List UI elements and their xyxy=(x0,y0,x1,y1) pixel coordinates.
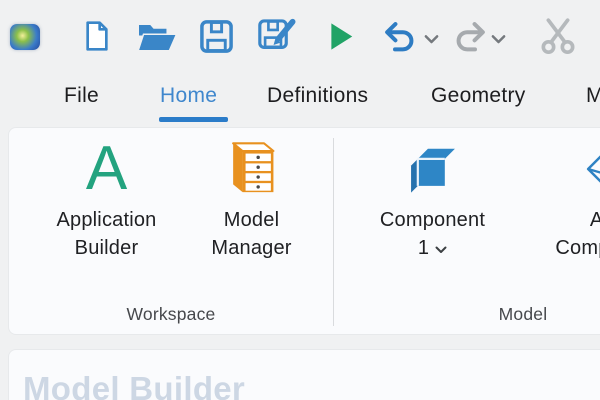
button-label: Component xyxy=(380,206,485,234)
undo-icon xyxy=(380,20,420,53)
group-label-workspace: Workspace xyxy=(9,304,333,325)
ribbon-group-separator xyxy=(333,138,334,326)
button-label: Builder xyxy=(56,234,156,262)
undo-button[interactable] xyxy=(380,20,420,53)
tab-home[interactable]: Home xyxy=(160,84,217,118)
save-as-icon xyxy=(257,17,297,54)
model-builder-title: Model Builder xyxy=(23,370,245,400)
redo-dropdown-button[interactable] xyxy=(491,34,506,45)
chevron-down-icon xyxy=(424,34,439,45)
app-logo-icon xyxy=(10,24,40,50)
button-label: Add xyxy=(555,206,600,234)
add-component-icon xyxy=(585,146,600,192)
run-button[interactable] xyxy=(328,21,355,52)
active-tab-indicator xyxy=(159,117,228,122)
component-1-button[interactable]: Component 1 xyxy=(365,136,500,262)
save-button[interactable] xyxy=(199,19,234,54)
button-label: Manager xyxy=(211,234,291,262)
cut-button[interactable] xyxy=(538,16,578,56)
button-label: Component xyxy=(555,234,600,262)
open-file-button[interactable] xyxy=(137,22,177,52)
component-cube-icon xyxy=(406,141,460,197)
application-builder-icon: A xyxy=(86,136,127,202)
app-menu-button[interactable] xyxy=(8,22,42,52)
tab-file[interactable]: File xyxy=(64,84,99,118)
undo-dropdown-button[interactable] xyxy=(424,34,439,45)
chevron-down-icon xyxy=(435,246,447,254)
button-label: 1 xyxy=(380,234,485,262)
tab-geometry[interactable]: Geometry xyxy=(431,84,526,118)
open-file-icon xyxy=(137,22,177,52)
button-label: Application xyxy=(56,206,156,234)
run-icon xyxy=(328,21,355,52)
tab-materials[interactable]: Materials xyxy=(586,84,600,118)
tab-definitions[interactable]: Definitions xyxy=(267,84,368,118)
button-label: Model xyxy=(211,206,291,234)
save-as-button[interactable] xyxy=(257,17,297,54)
chevron-down-icon xyxy=(491,34,506,45)
cut-scissors-icon xyxy=(538,16,578,56)
save-icon xyxy=(199,19,234,54)
redo-icon xyxy=(450,20,490,53)
add-component-button[interactable]: Add Component xyxy=(550,136,600,262)
model-manager-icon xyxy=(226,139,278,199)
group-label-model: Model xyxy=(333,304,600,325)
ribbon-panel: A Application Builder xyxy=(8,127,600,335)
redo-button[interactable] xyxy=(450,20,490,53)
new-file-icon xyxy=(81,18,113,54)
model-builder-panel: Model Builder xyxy=(8,349,600,400)
application-builder-button[interactable]: A Application Builder xyxy=(29,136,184,262)
new-file-button[interactable] xyxy=(81,18,113,54)
app-window: File Home Definitions Geometry Materials… xyxy=(0,0,600,400)
model-manager-button[interactable]: Model Manager xyxy=(184,136,319,262)
